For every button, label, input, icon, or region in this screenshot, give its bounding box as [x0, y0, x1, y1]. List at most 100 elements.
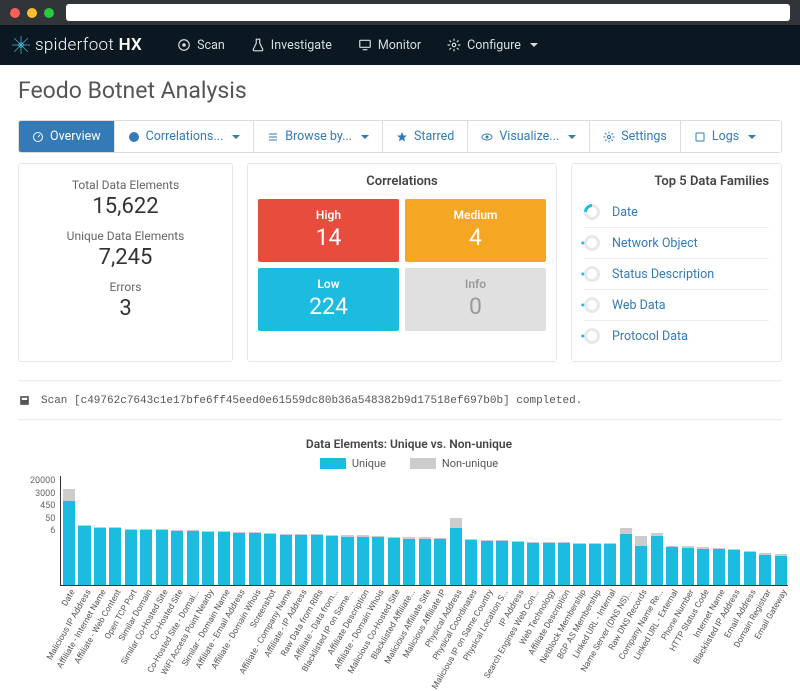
bar-column[interactable]: WiFi Access Point Nearby: [201, 476, 216, 585]
nav-monitor[interactable]: Monitor: [345, 25, 434, 65]
bar-column[interactable]: Affiliate - Email Address: [231, 476, 246, 585]
bar-column[interactable]: Affiliate Description: [355, 476, 370, 585]
bar-column[interactable]: Web Technology: [541, 476, 556, 585]
tile-low[interactable]: Low 224: [258, 268, 399, 331]
tab-browse[interactable]: Browse by...: [254, 121, 383, 152]
nav-scan[interactable]: Scan: [164, 25, 238, 65]
bar-column[interactable]: Affiliate - Domain Whois: [247, 476, 262, 585]
family-link[interactable]: Status Description: [612, 267, 714, 282]
bar-column[interactable]: Affiliate Description: [556, 476, 571, 585]
bar-column[interactable]: Similar Co-Hosted Site: [154, 476, 169, 585]
bar-column[interactable]: HTTP Status Code: [696, 476, 711, 585]
bar-column[interactable]: Malicious IP Address: [77, 476, 92, 585]
y-tick: 3000: [35, 489, 55, 499]
bar-column[interactable]: Affiliate - Internet Name: [92, 476, 107, 585]
eye-icon: [481, 131, 493, 143]
bar-column[interactable]: BGP AS Membership: [587, 476, 602, 585]
family-link[interactable]: Network Object: [612, 236, 698, 251]
family-row[interactable]: Protocol Data: [584, 320, 769, 351]
bar-column[interactable]: Netblock Membership: [572, 476, 587, 585]
family-row[interactable]: Date: [584, 197, 769, 227]
bar-column[interactable]: Raw DNS Records: [634, 476, 649, 585]
bar-unique: [512, 542, 524, 585]
bar-column[interactable]: Blacklisted IP on Same...: [340, 476, 355, 585]
bar-column[interactable]: Internet Name: [711, 476, 726, 585]
bar-column[interactable]: Physical Address: [448, 476, 463, 585]
bar-unique: [604, 544, 616, 585]
bar-column[interactable]: Malicious Affiliate IP: [433, 476, 448, 585]
disk-icon: [18, 394, 31, 407]
window-maximize-icon[interactable]: [44, 8, 54, 18]
bar-column[interactable]: Affiliate - Domain Whois: [371, 476, 386, 585]
gear-icon: [447, 38, 461, 52]
bar-column[interactable]: Search Engines Web Con...: [525, 476, 540, 585]
bar-column[interactable]: Blacklisted Affiliate...: [402, 476, 417, 585]
bar-column[interactable]: Affiliate - IP Address: [293, 476, 308, 585]
bar-unique: [744, 552, 756, 585]
bar-column[interactable]: Raw Data from RIRs: [309, 476, 324, 585]
bar-column[interactable]: Name Server (DNS NS)...: [618, 476, 633, 585]
chevron-down-icon: [361, 135, 369, 139]
tile-info-label: Info: [409, 277, 542, 291]
bar-column[interactable]: Open TCP Port: [123, 476, 138, 585]
tile-info[interactable]: Info 0: [405, 268, 546, 331]
bar-unique: [589, 544, 601, 585]
tile-high[interactable]: High 14: [258, 199, 399, 262]
bar-column[interactable]: Date: [61, 476, 76, 585]
nav-configure[interactable]: Configure: [434, 25, 551, 65]
bar-column[interactable]: Physical Location S...: [494, 476, 509, 585]
url-bar[interactable]: [66, 4, 790, 21]
bar-column[interactable]: Co-Hosted Site - Domai...: [185, 476, 200, 585]
bar-unique: [775, 556, 787, 585]
bar-column[interactable]: Similar Domain: [139, 476, 154, 585]
bar-column[interactable]: Blacklisted IP Address: [726, 476, 741, 585]
bar-unique: [125, 530, 137, 585]
bar-column[interactable]: Co-Hosted Site: [170, 476, 185, 585]
bar-column[interactable]: Malicious Co-Hosted Site: [386, 476, 401, 585]
bar-column[interactable]: Malicious IP on Same Country: [479, 476, 494, 585]
bar-unique: [264, 534, 276, 585]
tab-starred[interactable]: Starred: [383, 121, 468, 152]
family-row[interactable]: Status Description: [584, 258, 769, 289]
tile-medium-value: 4: [409, 224, 542, 251]
tab-logs[interactable]: Logs: [681, 121, 769, 152]
bar-column[interactable]: Company Name Re...: [649, 476, 664, 585]
tab-settings[interactable]: Settings: [590, 121, 681, 152]
bar-column[interactable]: Email Gateway: [773, 476, 788, 585]
bar-column[interactable]: Domain Registrar: [757, 476, 772, 585]
bar-column[interactable]: IP Address: [510, 476, 525, 585]
bar-column[interactable]: Email Address: [742, 476, 757, 585]
tile-medium[interactable]: Medium 4: [405, 199, 546, 262]
legend-unique[interactable]: Unique: [320, 457, 386, 470]
swatch-nonunique: [410, 458, 436, 469]
family-link[interactable]: Date: [612, 205, 638, 220]
tile-high-value: 14: [262, 224, 395, 251]
tab-overview[interactable]: Overview: [19, 121, 115, 152]
bar-column[interactable]: Affiliate - Data from...: [324, 476, 339, 585]
family-row[interactable]: Network Object: [584, 227, 769, 258]
bar-column[interactable]: Affiliate - Company Name: [278, 476, 293, 585]
tab-visualize[interactable]: Visualize...: [468, 121, 590, 152]
bar-column[interactable]: Linked URL - Internal: [603, 476, 618, 585]
bar-column[interactable]: Phone Number: [680, 476, 695, 585]
window-minimize-icon[interactable]: [27, 8, 37, 18]
bar-column[interactable]: Screenshot: [262, 476, 277, 585]
bar-column[interactable]: Physical Coordinates: [463, 476, 478, 585]
family-row[interactable]: Web Data: [584, 289, 769, 320]
bar-column[interactable]: Similar - Domain Name: [216, 476, 231, 585]
legend-nonunique[interactable]: Non-unique: [410, 457, 498, 470]
window-close-icon[interactable]: [10, 8, 20, 18]
chart-area: Data Elements: Unique vs. Non-unique Uni…: [0, 427, 800, 636]
nav-investigate[interactable]: Investigate: [238, 25, 345, 65]
family-link[interactable]: Web Data: [612, 298, 666, 313]
app-logo[interactable]: spiderfoot HX: [12, 35, 142, 55]
family-link[interactable]: Protocol Data: [612, 329, 688, 344]
tab-correlations[interactable]: Correlations...: [115, 121, 255, 152]
bar-unique: [481, 541, 493, 585]
bar-unique: [620, 534, 632, 585]
bar-column[interactable]: Affiliate - Web Content: [108, 476, 123, 585]
bar-column[interactable]: Linked URL - External: [665, 476, 680, 585]
bar-column[interactable]: Malicious Affiliate Site: [417, 476, 432, 585]
bar-unique: [450, 528, 462, 585]
bar-unique: [94, 528, 106, 585]
